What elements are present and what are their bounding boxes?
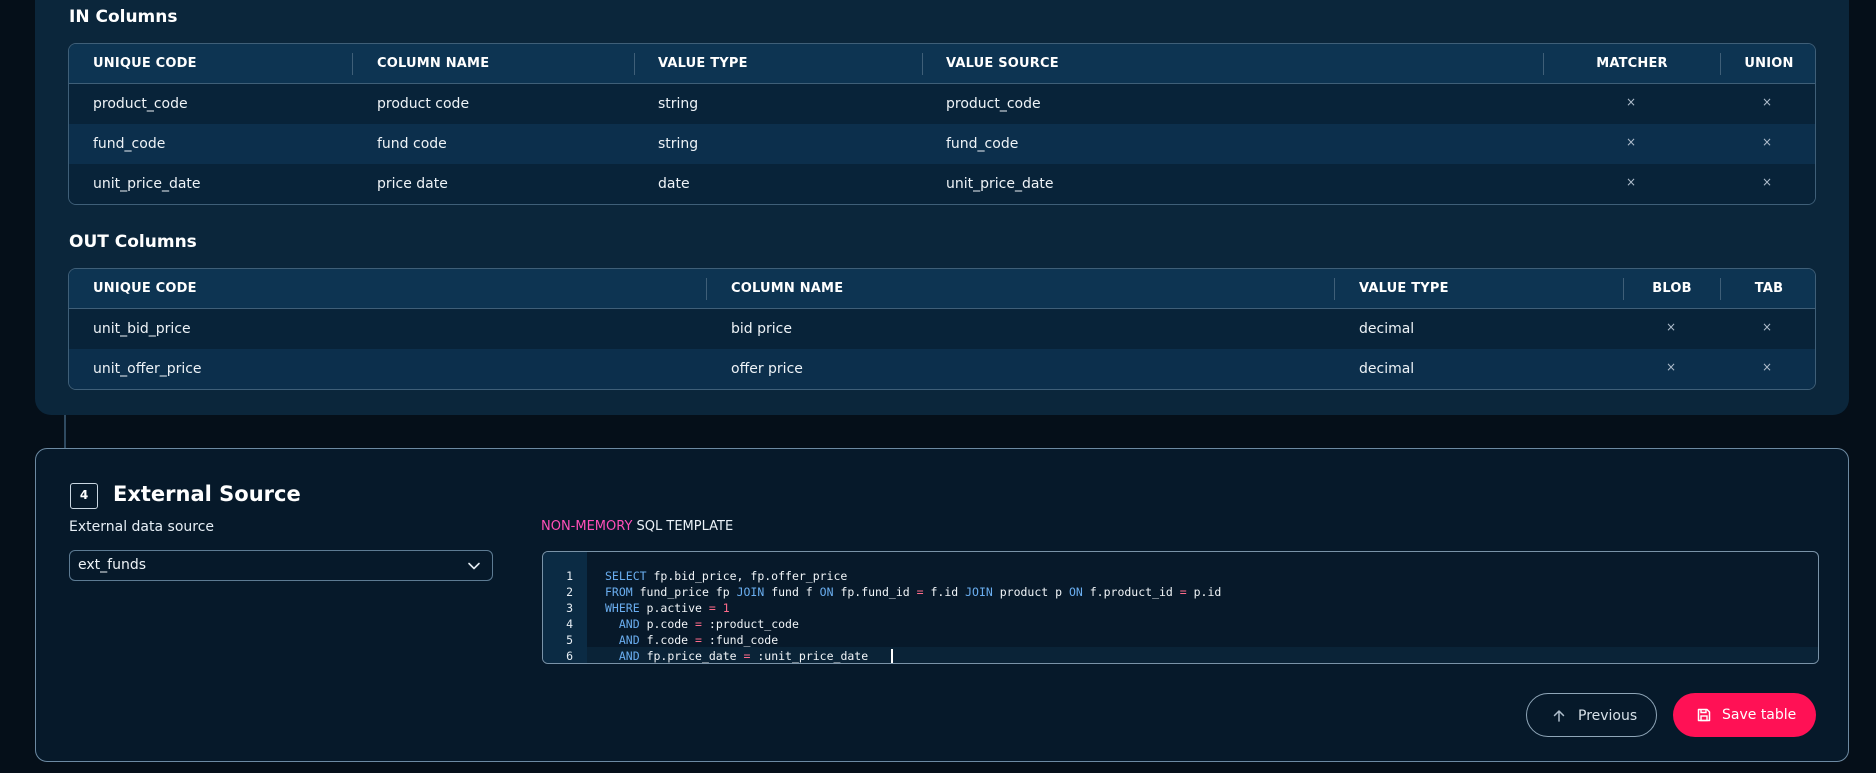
cell-unique-code: unit_bid_price xyxy=(93,321,191,337)
header-tab: TAB xyxy=(1754,281,1784,296)
step-number-badge: 4 xyxy=(70,483,98,509)
in-columns-title: IN Columns xyxy=(69,7,178,27)
table-row: fund_code fund code string fund_code × × xyxy=(69,124,1815,164)
header-column-name: COLUMN NAME xyxy=(731,281,844,296)
out-columns-header: UNIQUE CODE COLUMN NAME VALUE TYPE BLOB … xyxy=(69,269,1815,309)
previous-label: Previous xyxy=(1578,708,1638,724)
header-union: UNION xyxy=(1744,56,1794,71)
header-separator xyxy=(706,278,707,300)
cell-value-type: string xyxy=(658,136,699,152)
external-source-title: External Source xyxy=(113,482,301,506)
data-source-select[interactable]: ext_funds xyxy=(69,550,493,581)
union-toggle[interactable]: × xyxy=(1757,164,1777,200)
cell-value-source: product_code xyxy=(946,96,1041,112)
sql-code-line: SELECT fp.bid_price, fp.offer_price xyxy=(605,569,848,583)
sql-template-label: NON-MEMORY SQL TEMPLATE xyxy=(541,519,733,534)
cell-unique-code: unit_price_date xyxy=(93,176,201,192)
line-number: 6 xyxy=(566,649,573,663)
line-number: 2 xyxy=(566,585,573,599)
cell-unique-code: product_code xyxy=(93,96,188,112)
sql-template-text: SQL TEMPLATE xyxy=(632,519,734,534)
matcher-toggle[interactable]: × xyxy=(1621,164,1641,200)
cell-value-source: unit_price_date xyxy=(946,176,1054,192)
cell-value-type: string xyxy=(658,96,699,112)
non-memory-label: NON-MEMORY xyxy=(541,519,633,534)
cell-column-name: product code xyxy=(377,96,470,112)
sql-code-line: FROM fund_price fp JOIN fund f ON fp.fun… xyxy=(605,585,1222,599)
data-source-value: ext_funds xyxy=(78,557,146,573)
header-unique-code: UNIQUE CODE xyxy=(93,281,197,296)
tab-toggle[interactable]: × xyxy=(1757,309,1777,345)
cell-column-name: bid price xyxy=(731,321,792,337)
blob-toggle[interactable]: × xyxy=(1661,349,1681,385)
header-separator xyxy=(352,53,353,75)
tab-toggle[interactable]: × xyxy=(1757,349,1777,385)
cell-value-source: fund_code xyxy=(946,136,1019,152)
line-number: 3 xyxy=(566,601,573,615)
header-separator xyxy=(1334,278,1335,300)
table-row: unit_price_date price date date unit_pri… xyxy=(69,164,1815,204)
previous-button[interactable]: Previous xyxy=(1526,693,1657,737)
union-toggle[interactable]: × xyxy=(1757,124,1777,160)
header-column-name: COLUMN NAME xyxy=(377,56,490,71)
line-number: 4 xyxy=(566,617,573,631)
sql-editor[interactable]: 1 2 3 4 5 6 SELECT fp.bid_price, fp.offe… xyxy=(542,551,1819,664)
header-separator xyxy=(634,53,635,75)
arrow-up-icon xyxy=(1553,710,1565,722)
union-toggle[interactable]: × xyxy=(1757,84,1777,120)
header-value-source: VALUE SOURCE xyxy=(946,56,1059,71)
sql-code-line: AND p.code = :product_code xyxy=(618,617,799,631)
step-connector-line xyxy=(64,415,66,448)
save-table-button[interactable]: Save table xyxy=(1673,693,1816,737)
line-number: 5 xyxy=(566,633,573,647)
cell-unique-code: unit_offer_price xyxy=(93,361,202,377)
blob-toggle[interactable]: × xyxy=(1661,309,1681,345)
header-unique-code: UNIQUE CODE xyxy=(93,56,197,71)
table-row: product_code product code string product… xyxy=(69,84,1815,124)
cell-unique-code: fund_code xyxy=(93,136,166,152)
save-icon xyxy=(1697,708,1711,722)
cell-column-name: fund code xyxy=(377,136,447,152)
chevron-down-icon xyxy=(468,562,480,570)
header-value-type: VALUE TYPE xyxy=(1359,281,1449,296)
sql-code-line: AND fp.price_date = :unit_price_date xyxy=(618,649,869,663)
matcher-toggle[interactable]: × xyxy=(1621,84,1641,120)
sql-code-line: WHERE p.active = 1 xyxy=(605,601,730,615)
cell-value-type: decimal xyxy=(1359,321,1415,337)
data-source-label: External data source xyxy=(69,519,215,535)
out-columns-title: OUT Columns xyxy=(69,232,197,252)
sql-code-line: AND f.code = :fund_code xyxy=(618,633,779,647)
in-columns-header: UNIQUE CODE COLUMN NAME VALUE TYPE VALUE… xyxy=(69,44,1815,84)
header-matcher: MATCHER xyxy=(1596,56,1668,71)
cell-column-name: price date xyxy=(377,176,448,192)
text-cursor xyxy=(891,649,893,663)
header-blob: BLOB xyxy=(1652,281,1692,296)
cell-value-type: date xyxy=(658,176,690,192)
cell-column-name: offer price xyxy=(731,361,803,377)
table-row: unit_bid_price bid price decimal × × xyxy=(69,309,1815,349)
header-separator xyxy=(922,53,923,75)
table-row: unit_offer_price offer price decimal × × xyxy=(69,349,1815,389)
matcher-toggle[interactable]: × xyxy=(1621,124,1641,160)
line-number: 1 xyxy=(566,569,573,583)
cell-value-type: decimal xyxy=(1359,361,1415,377)
header-value-type: VALUE TYPE xyxy=(658,56,748,71)
save-table-label: Save table xyxy=(1722,707,1797,723)
out-columns-table: UNIQUE CODE COLUMN NAME VALUE TYPE BLOB … xyxy=(68,268,1816,390)
in-columns-table: UNIQUE CODE COLUMN NAME VALUE TYPE VALUE… xyxy=(68,43,1816,205)
